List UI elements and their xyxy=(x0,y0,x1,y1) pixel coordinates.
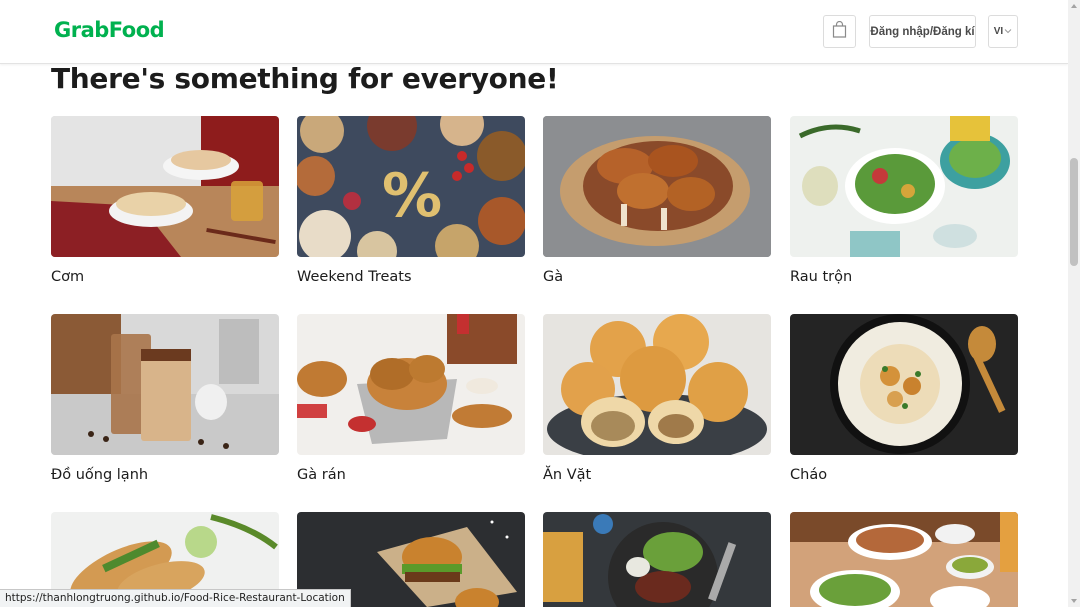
category-label: Weekend Treats xyxy=(297,269,412,285)
iced-coffee-photo xyxy=(51,314,279,455)
page-scrollbar[interactable] xyxy=(1068,0,1080,607)
category-label: Cơm xyxy=(51,269,85,285)
top-header: GrabFood Đăng nhập/Đăng kí VI xyxy=(0,0,1068,64)
dumplings-photo xyxy=(543,314,771,455)
category-card-chao[interactable]: Cháo xyxy=(790,314,1018,483)
category-label: Gà xyxy=(543,269,564,285)
steak-fries-photo xyxy=(543,512,771,607)
category-card-steak[interactable] xyxy=(543,512,771,607)
category-card-weekend-treats[interactable]: % Weekend Treats xyxy=(297,116,525,285)
page-title: There's something for everyone! xyxy=(51,62,559,95)
category-card-do-uong-lanh[interactable]: Đồ uống lạnh xyxy=(51,314,279,483)
noodle-bowls-photo xyxy=(790,512,1018,607)
category-card-ga-ran[interactable]: Gà rán xyxy=(297,314,525,483)
category-card-noodles[interactable] xyxy=(790,512,1018,607)
svg-text:%: % xyxy=(382,161,442,231)
shopping-bag-icon xyxy=(832,20,847,43)
category-label: Đồ uống lạnh xyxy=(51,467,149,483)
grabfood-logo[interactable]: GrabFood xyxy=(54,18,165,42)
language-selector[interactable]: VI xyxy=(988,15,1018,48)
fried-chicken-photo xyxy=(297,314,525,455)
party-spread-photo: % xyxy=(297,116,525,257)
chevron-down-icon xyxy=(1004,26,1012,37)
category-card-rau-tron[interactable]: Rau trộn xyxy=(790,116,1018,285)
link-status-bar: https://thanhlongtruong.github.io/Food-R… xyxy=(0,589,351,607)
category-label: Cháo xyxy=(790,467,828,483)
category-card-ga[interactable]: Gà xyxy=(543,116,771,285)
login-signup-button[interactable]: Đăng nhập/Đăng kí xyxy=(869,15,976,48)
salad-photo xyxy=(790,116,1018,257)
cart-button[interactable] xyxy=(823,15,856,48)
language-label: VI xyxy=(993,26,1004,37)
roast-chicken-photo xyxy=(543,116,771,257)
category-label: Ăn Vặt xyxy=(543,467,592,483)
category-label: Rau trộn xyxy=(790,269,853,285)
category-card-an-vat[interactable]: Ăn Vặt xyxy=(543,314,771,483)
category-card-com[interactable]: Cơm xyxy=(51,116,279,285)
scrollbar-thumb[interactable] xyxy=(1070,158,1078,266)
scroll-up-arrow-icon[interactable] xyxy=(1071,4,1077,8)
scroll-down-arrow-icon[interactable] xyxy=(1071,599,1077,603)
category-label: Gà rán xyxy=(297,467,346,483)
rice-bowls-photo xyxy=(51,116,279,257)
porridge-photo xyxy=(790,314,1018,455)
